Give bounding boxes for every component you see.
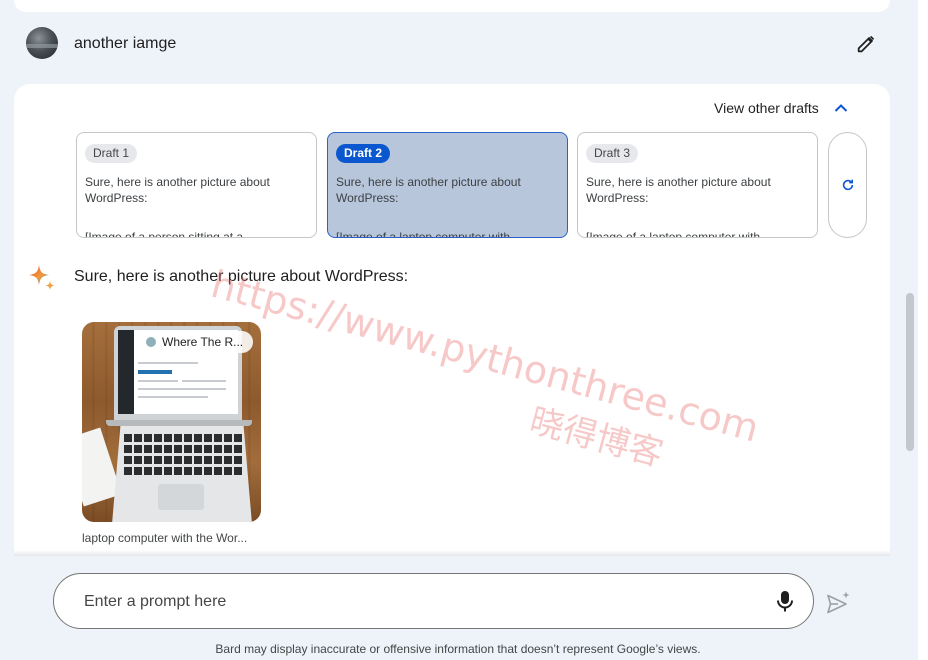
regenerate-drafts-button[interactable] (828, 132, 867, 238)
laptop-trackpad (158, 484, 204, 510)
scrollbar-thumb[interactable] (906, 293, 914, 451)
wp-admin-sidebar (118, 330, 134, 414)
draft-card-1[interactable]: Draft 1 Sure, here is another picture ab… (76, 132, 317, 238)
image-source-chip[interactable]: Where The R... (138, 331, 254, 353)
view-other-drafts-label: View other drafts (714, 100, 819, 116)
wp-admin-button (138, 370, 172, 374)
chevron-up-icon (834, 104, 848, 112)
window-edge (918, 0, 928, 660)
user-prompt-text: another iamge (74, 35, 177, 52)
response-image[interactable]: Where The R... (82, 322, 261, 522)
view-other-drafts-toggle[interactable]: View other drafts (714, 98, 849, 118)
bard-sparkle-icon (29, 265, 55, 290)
previous-response-card (14, 0, 890, 12)
user-message-row: another iamge (14, 22, 890, 66)
wp-admin-line (138, 362, 198, 364)
wp-admin-line (138, 388, 226, 390)
wp-admin-line (138, 396, 208, 398)
microphone-button[interactable] (772, 588, 798, 616)
wp-admin-line (138, 380, 178, 382)
pencil-icon (857, 35, 875, 53)
draft-label: Draft 2 (336, 144, 391, 163)
wp-admin-line (182, 380, 226, 382)
refresh-icon (842, 179, 853, 191)
send-icon[interactable] (825, 590, 851, 616)
draft-preview-clipped: [Image of a laptop computer with (336, 230, 511, 238)
draft-card-2[interactable]: Draft 2 Sure, here is another picture ab… (327, 132, 568, 238)
scroll-fade (14, 550, 890, 556)
draft-preview-text: Sure, here is another picture about Word… (586, 175, 771, 205)
user-avatar (26, 27, 58, 59)
draft-preview-text: Sure, here is another picture about Word… (85, 175, 270, 205)
edit-prompt-button[interactable] (852, 30, 880, 58)
laptop-keyboard (124, 434, 242, 478)
prompt-box (53, 573, 814, 629)
response-card: View other drafts Draft 1 Sure, here is … (14, 84, 890, 556)
image-caption: laptop computer with the Wor... (82, 531, 248, 545)
laptop-hinge (106, 420, 252, 426)
draft-preview-clipped: [Image of a person sitting at a (85, 230, 244, 238)
microphone-icon (777, 591, 793, 612)
draft-preview-text: Sure, here is another picture about Word… (336, 175, 521, 205)
draft-label: Draft 3 (586, 144, 639, 163)
response-text: Sure, here is another picture about Word… (74, 268, 409, 285)
draft-preview-clipped: [Image of a laptop computer with (586, 230, 761, 238)
disclaimer-text: Bard may display inaccurate or offensive… (215, 642, 701, 656)
draft-card-3[interactable]: Draft 3 Sure, here is another picture ab… (577, 132, 818, 238)
draft-label: Draft 1 (85, 144, 138, 163)
prompt-input[interactable] (84, 590, 724, 614)
